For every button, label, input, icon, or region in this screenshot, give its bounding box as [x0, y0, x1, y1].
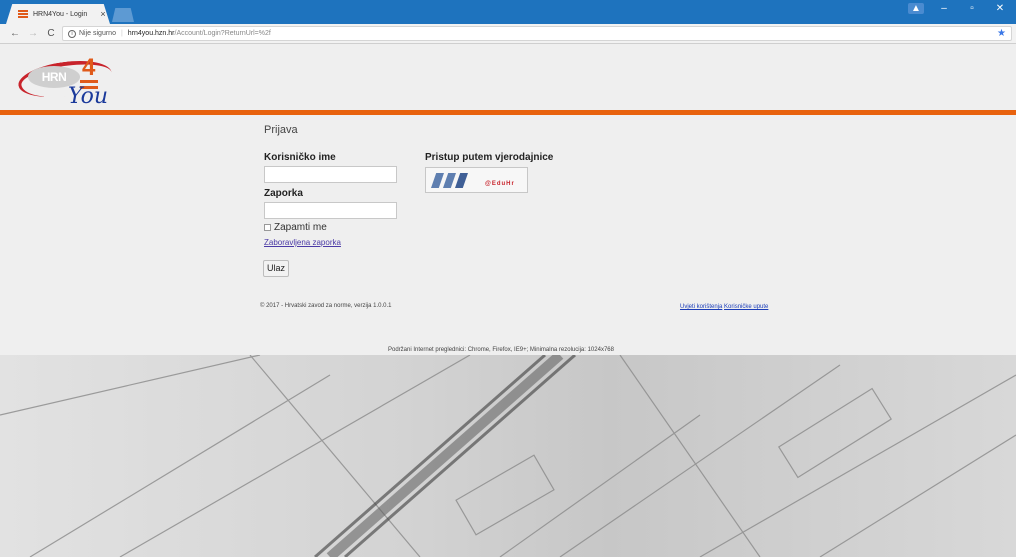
insecure-label[interactable]: Nije sigurno	[79, 30, 116, 37]
eduhr-text: @EduHr	[485, 180, 515, 187]
back-icon[interactable]: ←	[8, 28, 22, 39]
login-button[interactable]: Ulaz	[263, 260, 289, 277]
site-header: HRN 4 You	[0, 44, 1016, 110]
url-path: /Account/Login?ReturnUrl=%2f	[174, 30, 271, 37]
hrn4you-logo[interactable]: HRN 4 You	[16, 52, 138, 110]
maximize-icon[interactable]: ▫	[964, 3, 980, 14]
footer-support-text: Podržani Internet preglednici: Chrome, F…	[388, 347, 614, 353]
tab-close-icon[interactable]: ×	[96, 9, 110, 19]
blueprint-background-image	[0, 355, 1016, 557]
url-separator: |	[120, 30, 123, 37]
tab-title: HRN4You - Login	[33, 10, 88, 18]
federated-heading: Pristup putem vjerodajnice	[425, 152, 554, 163]
url-host: hrn4you.hzn.hr	[127, 30, 175, 37]
new-tab-button[interactable]	[112, 8, 134, 22]
logo-four: 4	[82, 54, 96, 81]
footer-copyright: © 2017 - Hrvatski zavod za norme, verzij…	[260, 303, 392, 309]
logo-you: You	[68, 84, 109, 109]
remember-label: Zapamti me	[274, 222, 327, 233]
minimize-icon[interactable]: –	[936, 3, 952, 14]
reload-icon[interactable]: C	[44, 28, 58, 39]
url-field[interactable]: i Nije sigurno | hrn4you.hzn.hr /Account…	[62, 26, 1012, 41]
page-title: Prijava	[264, 124, 298, 136]
forgot-password-link[interactable]: Zaboravljena zaporka	[264, 238, 341, 247]
profile-icon[interactable]: ▲	[908, 3, 924, 14]
blueprint-drawing	[0, 355, 1016, 557]
remember-checkbox[interactable]	[264, 224, 271, 231]
password-input[interactable]	[264, 202, 397, 219]
address-bar: ← → C i Nije sigurno | hrn4you.hzn.hr /A…	[0, 24, 1016, 44]
terms-link[interactable]: Uvjeti korištenja	[680, 304, 722, 310]
remember-me[interactable]: Zapamti me	[264, 222, 327, 233]
browser-tab[interactable]: HRN4You - Login ×	[6, 4, 110, 24]
password-label: Zaporka	[264, 188, 303, 199]
footer-links: Uvjeti korištenja Korisničke upute	[680, 304, 768, 310]
eduhr-login-button[interactable]: @EduHr	[425, 167, 528, 193]
window-controls: ▲ – ▫ ✕	[908, 3, 1008, 14]
username-label: Korisničko ime	[264, 152, 336, 163]
forward-icon[interactable]: →	[26, 28, 40, 39]
login-section: Prijava Korisničko ime Zaporka Zapamti m…	[0, 115, 1016, 355]
close-window-icon[interactable]: ✕	[992, 3, 1008, 14]
eduhr-logo-icon	[431, 171, 483, 189]
favicon-icon	[18, 9, 28, 19]
bookmark-star-icon[interactable]: ★	[997, 28, 1006, 39]
manual-link[interactable]: Korisničke upute	[724, 304, 768, 310]
browser-titlebar: HRN4You - Login × ▲ – ▫ ✕	[0, 0, 1016, 24]
info-icon[interactable]: i	[68, 29, 76, 38]
username-input[interactable]	[264, 166, 397, 183]
